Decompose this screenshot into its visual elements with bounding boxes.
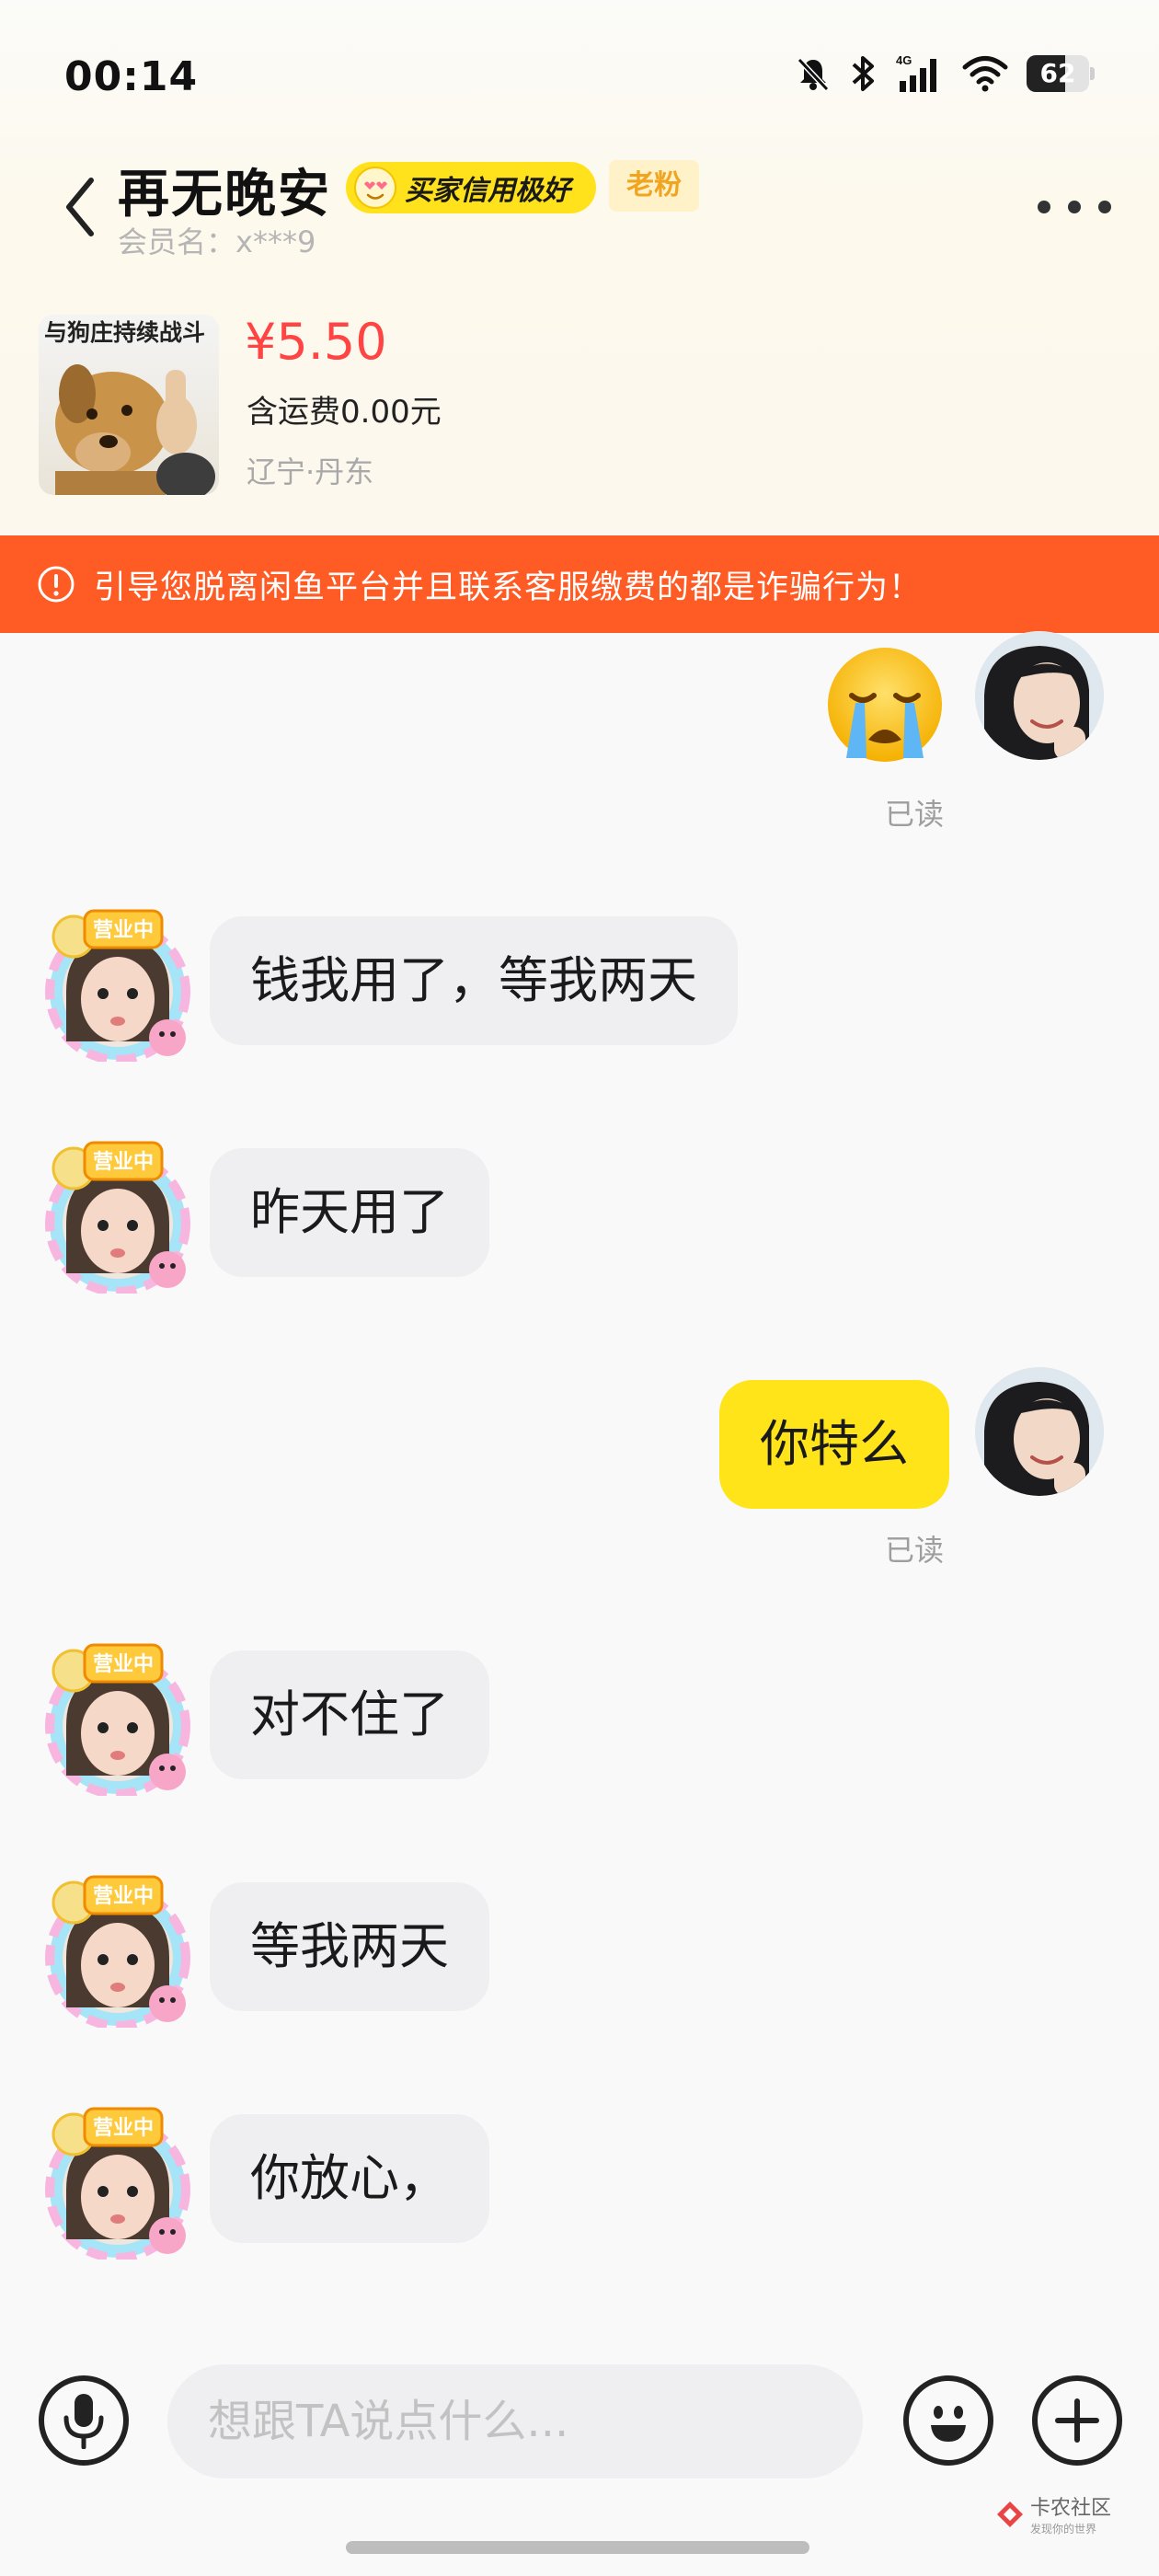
more-button[interactable] <box>1038 184 1111 230</box>
my-avatar[interactable] <box>975 1367 1104 1496</box>
message-input[interactable]: 想跟TA说点什么... <box>167 2364 863 2478</box>
product-location: 辽宁·丹东 <box>247 454 374 489</box>
open-badge: 营业中 <box>93 1652 154 1675</box>
my-avatar-image <box>975 1367 1104 1496</box>
more-icon <box>1038 201 1050 213</box>
credit-badge[interactable]: 买家信用极好 <box>346 162 596 213</box>
credit-badge-label: 买家信用极好 <box>405 175 570 207</box>
battery-level: 62 <box>1039 58 1076 88</box>
message-bubble[interactable]: 你放心， <box>210 2114 489 2243</box>
status-icons: 4G 62 <box>795 53 1095 94</box>
more-actions-button[interactable] <box>1032 2375 1122 2466</box>
back-icon <box>66 178 94 236</box>
watermark-logo-icon <box>997 2501 1023 2527</box>
wifi-icon <box>962 56 1008 92</box>
product-price: ¥5.50 <box>245 313 387 371</box>
fraud-warning-text: 引导您脱离闲鱼平台并且联系客服缴费的都是诈骗行为！ <box>94 569 923 606</box>
message-bubble[interactable]: 昨天用了 <box>210 1148 489 1277</box>
open-badge: 营业中 <box>93 918 154 941</box>
mic-icon <box>63 2394 104 2449</box>
contact-avatar[interactable]: 营业中 <box>39 2101 197 2262</box>
cellular-signal-icon: 4G <box>896 53 936 92</box>
product-shipping: 含运费0.00元 <box>247 394 442 431</box>
contact-avatar-image: 营业中 <box>45 1875 190 2030</box>
plus-icon <box>1055 2398 1099 2443</box>
battery-indicator: 62 <box>1027 55 1095 92</box>
crying-face-emoji-message[interactable] <box>824 644 946 765</box>
contact-avatar-image: 营业中 <box>45 1643 190 1799</box>
message-bubble[interactable]: 对不住了 <box>210 1650 489 1779</box>
my-message-bubble[interactable]: 你特么 <box>719 1380 949 1509</box>
watermark-title: 卡农社区 <box>1030 2497 1112 2520</box>
contact-avatar[interactable]: 营业中 <box>39 1638 197 1799</box>
home-indicator[interactable] <box>346 2541 809 2554</box>
emoji-button[interactable] <box>903 2375 993 2466</box>
open-badge: 营业中 <box>93 1884 154 1907</box>
contact-avatar-image: 营业中 <box>45 1141 190 1296</box>
contact-nickname[interactable]: 再无晚安 <box>118 153 331 227</box>
product-thumbnail[interactable]: 与狗庄持续战斗 <box>39 315 219 495</box>
fan-tag: 老粉 <box>609 160 699 212</box>
svg-text:4G: 4G <box>896 53 912 67</box>
bluetooth-icon <box>852 56 874 91</box>
message-bubble[interactable]: 等我两天 <box>210 1882 489 2011</box>
status-bar: 00:14 4G 62 <box>0 0 1159 156</box>
voice-input-button[interactable] <box>39 2375 129 2466</box>
status-time: 00:14 <box>64 53 199 100</box>
member-name: 会员名：x***9 <box>118 224 316 259</box>
my-avatar[interactable] <box>975 631 1104 760</box>
contact-avatar-image: 营业中 <box>45 2107 190 2262</box>
open-badge: 营业中 <box>93 1150 154 1173</box>
heart-eyes-emoji-icon <box>354 167 396 209</box>
message-bubble[interactable]: 钱我用了，等我两天 <box>210 916 738 1045</box>
dog-image <box>55 364 215 495</box>
read-receipt: 已读 <box>885 1533 945 1568</box>
warning-icon <box>38 566 75 603</box>
watermark-subtitle: 发现你的世界 <box>1030 2523 1097 2536</box>
contact-avatar-image: 营业中 <box>45 909 190 1064</box>
my-avatar-image <box>975 631 1104 760</box>
open-badge: 营业中 <box>93 2116 154 2139</box>
mute-icon <box>797 57 830 92</box>
emoji-icon <box>931 2406 966 2442</box>
contact-avatar[interactable]: 营业中 <box>39 903 197 1064</box>
back-button[interactable] <box>48 166 112 248</box>
fraud-warning-bar: 引导您脱离闲鱼平台并且联系客服缴费的都是诈骗行为！ <box>0 535 1159 633</box>
contact-avatar[interactable]: 营业中 <box>39 1869 197 2030</box>
contact-avatar[interactable]: 营业中 <box>39 1135 197 1296</box>
read-receipt: 已读 <box>885 797 945 832</box>
watermark: 卡农社区 发现你的世界 <box>995 2491 1111 2536</box>
